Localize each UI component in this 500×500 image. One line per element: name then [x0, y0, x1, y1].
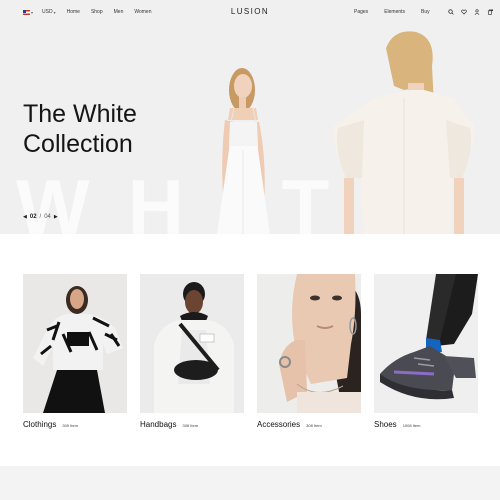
heart-icon[interactable]: [460, 9, 467, 15]
prev-slide-icon[interactable]: ◀: [23, 214, 27, 220]
cart-icon[interactable]: [487, 9, 493, 15]
header-icons: [448, 9, 493, 15]
category-count: 308 Item: [306, 423, 322, 428]
next-slide-icon[interactable]: ▶: [54, 214, 58, 220]
category-count: 308 Item: [182, 423, 199, 428]
next-section-band: [0, 466, 500, 500]
nav-buy[interactable]: Buy: [421, 9, 430, 15]
category-name[interactable]: Clothings: [23, 420, 56, 429]
header-right: Pages Elements Buy: [354, 9, 493, 15]
category-card-handbags[interactable]: Handbags 308 Item: [140, 274, 244, 429]
category-label: Shoes 1008 Item: [374, 420, 478, 429]
pager-total: 04: [44, 214, 51, 220]
category-name[interactable]: Shoes: [374, 420, 397, 429]
pager-current: 02: [29, 214, 37, 220]
category-count: 309 Item: [62, 423, 78, 428]
hero-title-line-1: The White: [23, 100, 137, 128]
category-name[interactable]: Accessories: [257, 420, 300, 429]
hero-model-image-2: [333, 31, 474, 234]
category-count: 1008 Item: [402, 423, 421, 428]
secondary-nav: Pages Elements Buy: [354, 9, 430, 15]
category-card-clothings[interactable]: Clothings 309 Item: [23, 274, 127, 429]
top-navigation-bar: ▾ USD ▾ Home Shop Men Women LUSION Pages…: [0, 0, 500, 24]
category-image-shoes[interactable]: [374, 274, 478, 413]
category-card-shoes[interactable]: Shoes 1008 Item: [374, 274, 478, 429]
category-image-clothings[interactable]: [23, 274, 127, 413]
nav-pages[interactable]: Pages: [354, 9, 368, 15]
category-image-handbags[interactable]: [140, 274, 244, 413]
category-label: Accessories 308 Item: [257, 420, 361, 429]
category-grid: Clothings 309 Item Handbags 308 Item Acc…: [23, 274, 478, 429]
pager-separator: /: [39, 214, 42, 220]
category-label: Handbags 308 Item: [140, 420, 244, 429]
hero-title-line-2: Collection: [23, 130, 133, 158]
search-icon[interactable]: [448, 9, 454, 15]
category-label: Clothings 309 Item: [23, 420, 127, 429]
slider-pager: ◀ 02 / 04 ▶: [23, 214, 58, 220]
hero-banner: WHITE The White Collection ◀ 02 / 04 ▶: [0, 0, 500, 234]
category-image-accessories[interactable]: [257, 274, 361, 413]
user-icon[interactable]: [474, 9, 480, 15]
hero-title: The White Collection: [23, 99, 173, 159]
category-name[interactable]: Handbags: [140, 420, 176, 429]
category-card-accessories[interactable]: Accessories 308 Item: [257, 274, 361, 429]
nav-elements[interactable]: Elements: [384, 9, 405, 15]
hero-model-image-1: [217, 68, 270, 234]
